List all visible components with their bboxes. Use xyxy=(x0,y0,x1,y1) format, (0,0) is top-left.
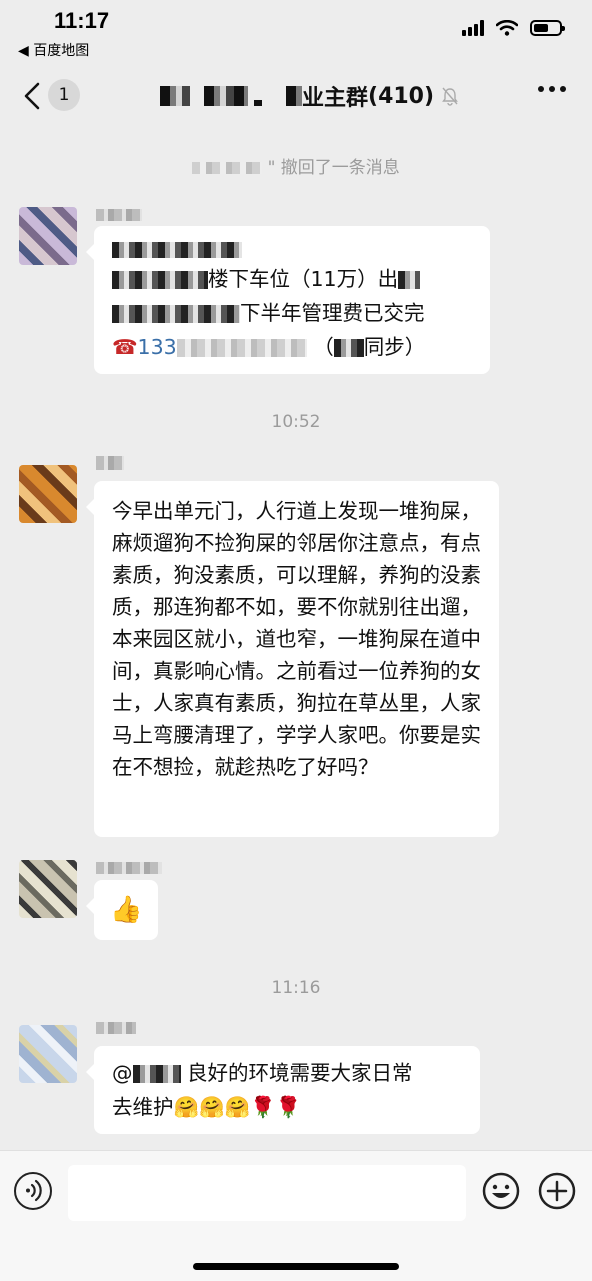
redacted-text xyxy=(160,86,190,106)
plus-icon[interactable] xyxy=(538,1172,576,1210)
redacted-text xyxy=(112,242,242,258)
emoji-icon[interactable] xyxy=(482,1172,520,1210)
voice-icon[interactable] xyxy=(14,1172,52,1210)
input-bar xyxy=(0,1150,592,1281)
redacted-text xyxy=(112,271,208,289)
chat-header: 1 业主群 (410) xyxy=(0,68,592,124)
sender-name xyxy=(96,862,162,874)
message-bubble[interactable]: 今早出单元门，人行道上发现一堆狗屎，麻烦遛狗不捡狗屎的邻居你注意点，有点素质，狗… xyxy=(86,481,499,837)
telephone-icon: ☎ xyxy=(112,335,138,359)
battery-icon xyxy=(530,20,565,36)
message-bubble[interactable]: 楼下车位（11万）出 下半年管理费已交完 ☎133 （同步） xyxy=(86,226,490,374)
avatar[interactable] xyxy=(19,1025,77,1083)
emoji-row: 🤗🤗🤗🌹🌹 xyxy=(173,1095,302,1119)
message-bubble[interactable]: 👍 xyxy=(86,880,158,940)
message-bubble[interactable]: @ 良好的环境需要大家日常 去维护🤗🤗🤗🌹🌹 xyxy=(86,1046,480,1134)
timestamp: 10:52 xyxy=(271,412,321,432)
redacted-text xyxy=(204,86,248,106)
sender-name xyxy=(96,456,124,470)
return-to-app-link[interactable]: ◀ 百度地图 xyxy=(18,40,89,60)
status-bar: 11:17 ◀ 百度地图 xyxy=(0,0,592,68)
redacted-text xyxy=(333,339,364,357)
wifi-icon xyxy=(496,20,518,36)
redacted-text xyxy=(398,271,421,289)
signal-icon xyxy=(462,20,484,36)
redacted-text xyxy=(132,1065,181,1083)
home-indicator[interactable] xyxy=(193,1263,399,1270)
message-input[interactable] xyxy=(68,1165,466,1221)
group-title-text: 业主群 xyxy=(302,86,369,111)
timestamp: 11:16 xyxy=(271,978,321,998)
redacted-text xyxy=(286,86,302,106)
unread-count-badge[interactable]: 1 xyxy=(48,79,80,111)
system-message: " 撤回了一条消息 xyxy=(0,153,592,178)
status-time: 11:17 xyxy=(54,8,110,33)
back-chevron-icon[interactable] xyxy=(18,80,50,112)
group-title[interactable]: 业主群 (410) xyxy=(160,80,460,112)
avatar[interactable] xyxy=(19,465,77,523)
more-dots-icon[interactable] xyxy=(538,86,566,92)
member-count: (410) xyxy=(368,83,435,109)
sender-name xyxy=(96,209,142,221)
mute-bell-icon xyxy=(442,87,458,106)
avatar[interactable] xyxy=(19,860,77,918)
thumbs-up-emoji: 👍 xyxy=(110,895,143,925)
avatar[interactable] xyxy=(19,207,77,265)
redacted-text xyxy=(176,339,307,357)
sender-name xyxy=(96,1022,136,1034)
redacted-text xyxy=(112,305,240,323)
redacted-text xyxy=(192,162,263,174)
redacted-text xyxy=(254,100,262,106)
